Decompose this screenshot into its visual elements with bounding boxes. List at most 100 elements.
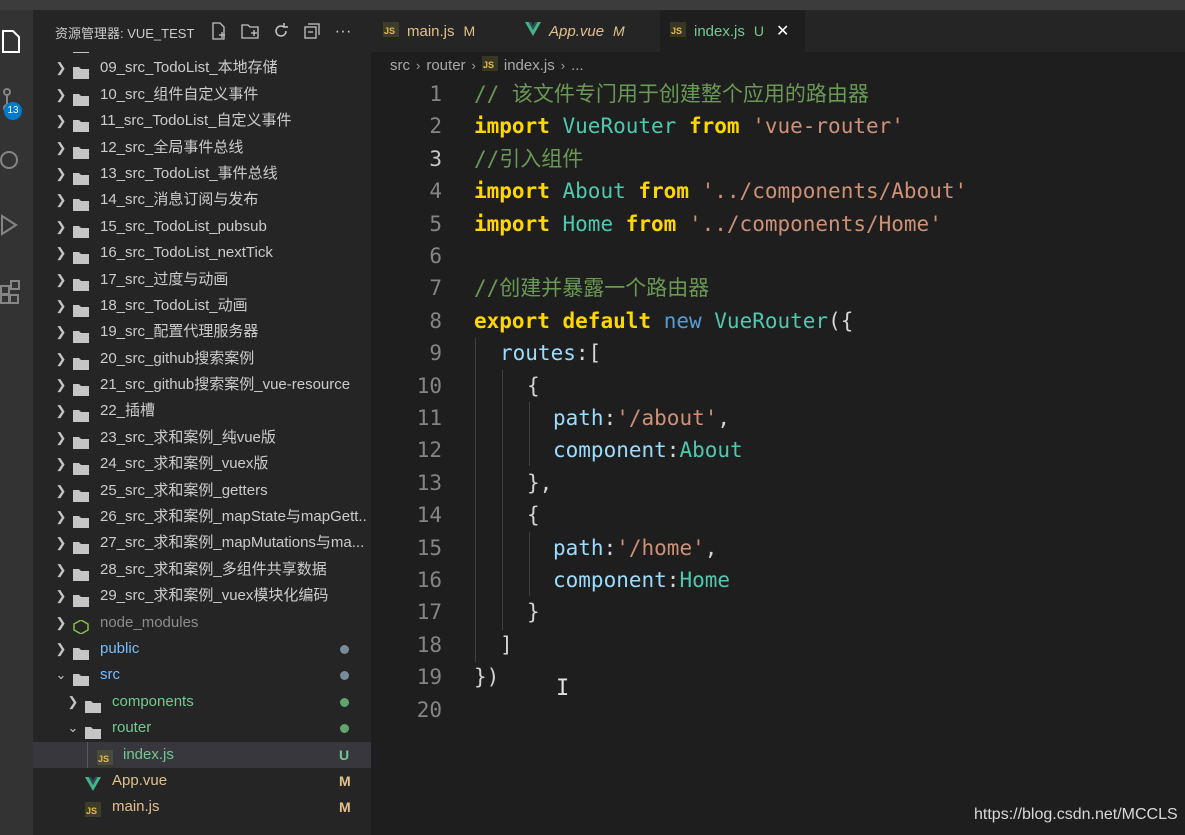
extensions-icon[interactable] xyxy=(0,272,33,308)
tree-file-app-vue[interactable]: App.vue M xyxy=(33,768,371,794)
tree-folder[interactable]: ❯ 21_src_github搜索案例_vue-resource xyxy=(33,372,371,398)
code-line-15: path:'/home', xyxy=(553,535,718,560)
tree-folder[interactable]: ❯ 10_src_组件自定义事件 xyxy=(33,82,371,108)
tree-label: 17_src_过度与动画 xyxy=(100,270,229,288)
code-line-1: // 该文件专门用于创建整个应用的路由器 xyxy=(474,82,869,106)
code-line-14: { xyxy=(527,503,540,528)
svg-text:JS: JS xyxy=(384,26,395,36)
tree-label: 22_插槽 xyxy=(100,402,156,420)
new-folder-icon[interactable] xyxy=(239,20,261,42)
chevron-right-icon: ❯ xyxy=(55,482,67,498)
js-file-icon: JS xyxy=(481,55,498,75)
code-editor[interactable]: 1 2 3 4 5 6 7 8 9 10 11 12 13 14 15 16 17 18 19 20 // 该文件专门… xyxy=(371,78,1185,835)
tree-folder[interactable]: ❯ 09_src_TodoList_本地存储 xyxy=(33,55,371,81)
tree-label: 29_src_求和案例_vuex模块化编码 xyxy=(100,587,329,605)
tree-folder[interactable]: ❯ 24_src_求和案例_vuex版 xyxy=(33,451,371,477)
close-icon[interactable]: ✕ xyxy=(776,21,789,41)
chevron-right-icon: ❯ xyxy=(55,324,67,340)
breadcrumb-item-symbols[interactable]: ... xyxy=(571,57,584,74)
file-tree: ❯08_浏览器本地存储❯09_src_TodoList_本地存储❯10_src_… xyxy=(33,33,371,821)
chevron-down-icon: ⌄ xyxy=(55,667,67,683)
tree-file-index-js[interactable]: JS index.js U xyxy=(33,741,371,768)
tree-folder[interactable]: ❯ 23_src_求和案例_纯vue版 xyxy=(33,425,371,451)
tree-folder[interactable]: ❯ 13_src_TodoList_事件总线 xyxy=(33,161,371,187)
tree-folder-node-modules[interactable]: ❯ node_modules xyxy=(33,610,371,636)
chevron-right-icon: ❯ xyxy=(55,297,67,313)
tree-label: 20_src_github搜索案例 xyxy=(100,349,255,367)
tree-label: public xyxy=(100,639,140,657)
status-dot xyxy=(340,697,349,707)
tree-label: router xyxy=(112,719,152,737)
code-line-10: { xyxy=(527,373,540,398)
code-line-9: routes:[ xyxy=(500,341,602,366)
tab-status: U xyxy=(753,23,764,39)
explorer-icon[interactable] xyxy=(0,24,33,60)
search-icon[interactable] xyxy=(0,144,33,180)
chevron-right-icon: ❯ xyxy=(55,614,67,630)
chevron-right-icon: ❯ xyxy=(55,165,67,181)
tab-label: main.js xyxy=(407,22,455,40)
code-line-19: }) xyxy=(474,665,500,690)
tab-main-js[interactable]: JS main.js M xyxy=(383,10,513,52)
tree-folder[interactable]: ❯ 27_src_求和案例_mapMutations与ma... xyxy=(33,530,371,556)
code-line-5: import Home from '../components/Home' xyxy=(474,211,942,236)
tab-index-js[interactable]: JS index.js U ✕ xyxy=(660,10,805,52)
chevron-right-icon: ❯ xyxy=(55,86,67,102)
tree-folder[interactable]: ❯ 18_src_TodoList_动画 xyxy=(33,293,371,319)
code-line-17: } xyxy=(527,600,540,625)
tree-folder[interactable]: ❯ 28_src_求和案例_多组件共享数据 xyxy=(33,557,371,583)
code-line-12: component:About xyxy=(553,438,743,463)
tree-folder[interactable]: ❯ 29_src_求和案例_vuex模块化编码 xyxy=(33,583,371,609)
tree-folder[interactable]: ❯ 15_src_TodoList_pubsub xyxy=(33,214,371,240)
tree-file-main-js[interactable]: JS main.js M xyxy=(33,794,371,820)
chevron-right-icon: ❯ xyxy=(55,535,67,551)
run-debug-icon[interactable] xyxy=(0,208,33,244)
tree-folder-public[interactable]: ❯ public xyxy=(33,636,371,662)
tree-folder[interactable]: ❯ 20_src_github搜索案例 xyxy=(33,346,371,372)
git-status: U xyxy=(339,746,350,763)
chevron-right-icon: ❯ xyxy=(55,509,67,525)
tree-folder-components[interactable]: ❯ components xyxy=(33,689,371,715)
chevron-right-icon: › xyxy=(560,57,566,73)
text-cursor-icon: I xyxy=(556,676,570,701)
tab-app-vue[interactable]: App.vue M xyxy=(525,10,655,52)
collapse-all-icon[interactable] xyxy=(301,20,323,42)
explorer-header: 资源管理器: VUE_TEST ··· xyxy=(33,10,371,52)
breadcrumb-item-src[interactable]: src xyxy=(390,57,410,74)
tree-label: 26_src_求和案例_mapState与mapGett... xyxy=(100,508,368,526)
watermark: https://blog.csdn.net/MCCLS xyxy=(974,806,1178,823)
js-file-icon: JS xyxy=(670,21,686,41)
new-file-icon[interactable] xyxy=(208,20,230,42)
tree-folder[interactable]: ❯ 22_插槽 xyxy=(33,398,371,424)
code-line-16: component:Home xyxy=(553,568,731,592)
tab-status: M xyxy=(463,23,476,39)
chevron-right-icon: ❯ xyxy=(55,350,67,366)
tree-label: 13_src_TodoList_事件总线 xyxy=(100,164,278,182)
breadcrumb-item-index-js[interactable]: index.js xyxy=(504,57,555,74)
more-icon[interactable]: ··· xyxy=(332,20,354,42)
code-line-4: import About from '../components/About' xyxy=(474,179,968,204)
tree-folder-src[interactable]: ⌄ src xyxy=(33,662,371,688)
code-line-7: //创建并暴露一个路由器 xyxy=(474,276,710,301)
tree-folder[interactable]: ❯ 26_src_求和案例_mapState与mapGett... xyxy=(33,504,371,530)
code-line-18: ] xyxy=(500,632,513,657)
tree-folder[interactable]: ❯ 14_src_消息订阅与发布 xyxy=(33,187,371,213)
tree-folder[interactable]: ❯ 19_src_配置代理服务器 xyxy=(33,319,371,345)
tree-folder[interactable]: ❯ 12_src_全局事件总线 xyxy=(33,135,371,161)
tree-folder[interactable]: ❯ 16_src_TodoList_nextTick xyxy=(33,240,371,266)
svg-text:JS: JS xyxy=(483,60,494,70)
tree-folder[interactable]: ❯ 25_src_求和案例_getters xyxy=(33,478,371,504)
tree-folder-router[interactable]: ⌄ router xyxy=(33,715,371,741)
tree-label: src xyxy=(100,666,120,684)
tree-folder[interactable]: ❯ 11_src_TodoList_自定义事件 xyxy=(33,108,371,134)
refresh-icon[interactable] xyxy=(270,20,292,42)
svg-text:JS: JS xyxy=(671,26,682,36)
chevron-right-icon: ❯ xyxy=(55,640,67,656)
tree-label: 10_src_组件自定义事件 xyxy=(100,85,259,103)
tree-label: 09_src_TodoList_本地存储 xyxy=(100,59,278,77)
chevron-right-icon: ❯ xyxy=(55,245,67,261)
status-dot xyxy=(340,724,349,734)
breadcrumb-item-router[interactable]: router xyxy=(426,57,465,74)
tree-folder[interactable]: ❯ 17_src_过度与动画 xyxy=(33,267,371,293)
tree-label: 11_src_TodoList_自定义事件 xyxy=(100,112,292,130)
